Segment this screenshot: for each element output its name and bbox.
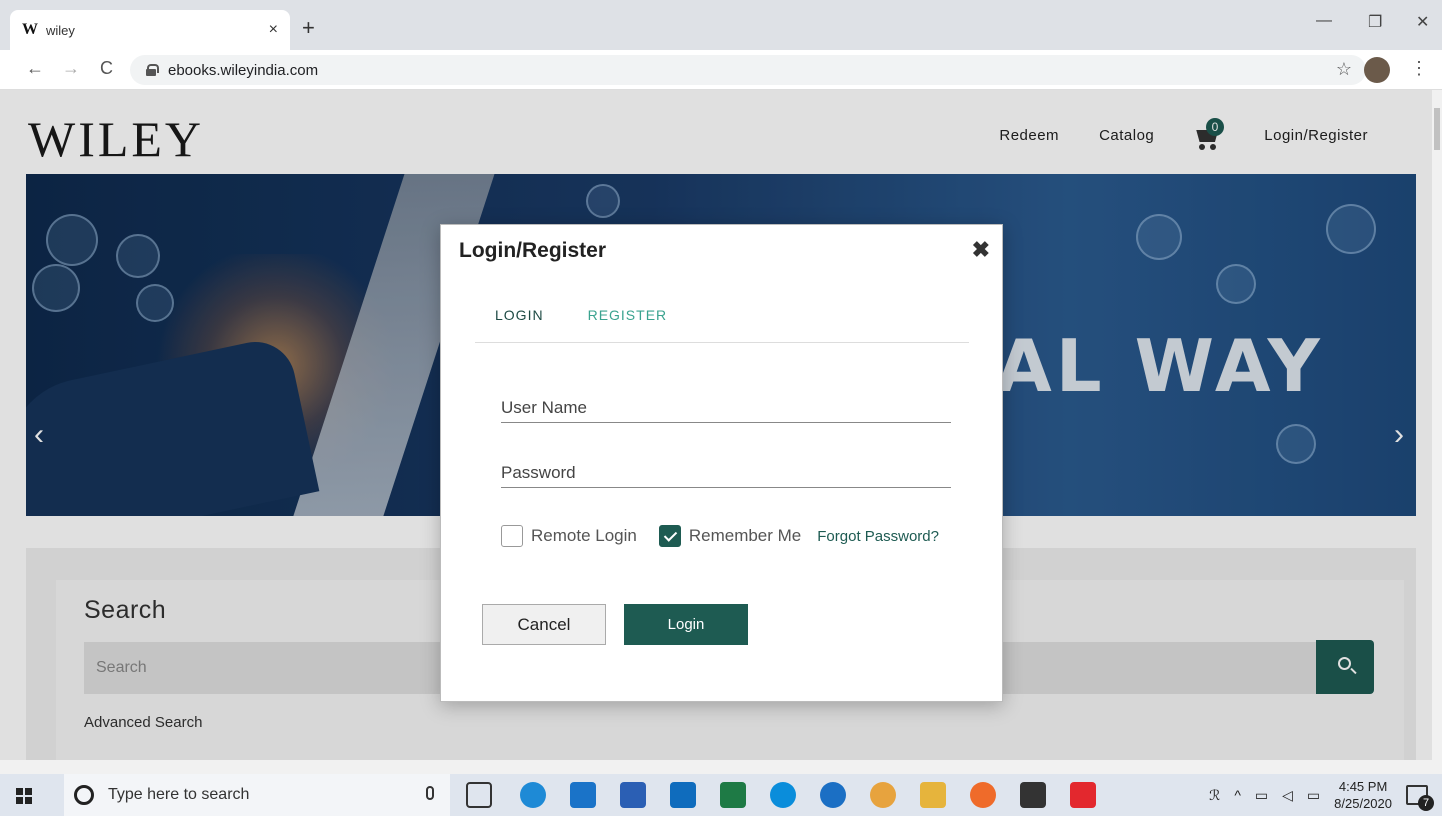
tab-login[interactable]: LOGIN (495, 307, 544, 342)
username-field[interactable]: User Name (501, 393, 951, 423)
cortana-icon (74, 785, 94, 805)
wiley-favicon-icon: W (22, 21, 38, 38)
login-register-modal: Login/Register ✖ LOGIN REGISTER User Nam… (440, 224, 1003, 702)
clock[interactable]: 4:45 PM 8/25/2020 (1334, 778, 1392, 812)
notification-count-badge: 7 (1418, 795, 1434, 811)
chevron-up-icon[interactable]: ^ (1234, 787, 1241, 803)
remote-login-checkbox[interactable] (501, 525, 523, 547)
start-logo-pane (16, 797, 23, 804)
modal-tabs: LOGIN REGISTER (475, 307, 969, 343)
browser-menu-icon[interactable]: ⋮ (1410, 58, 1428, 79)
notification-icon[interactable]: 7 (1406, 785, 1434, 811)
modal-close-icon[interactable]: ✖ (972, 237, 990, 263)
volume-icon[interactable]: ◁ (1282, 787, 1293, 804)
maximize-button[interactable]: ❐ (1368, 12, 1382, 32)
reload-button[interactable]: C (100, 58, 113, 79)
taskbar-search-placeholder: Type here to search (108, 786, 250, 803)
windows-start-icon[interactable] (16, 788, 32, 804)
browser-tab-bar: W wiley × + — ❐ ✕ (0, 0, 1442, 50)
file-explorer-icon[interactable] (920, 782, 946, 808)
start-logo-pane (25, 797, 32, 804)
date: 8/25/2020 (1334, 796, 1392, 811)
tab-close-icon[interactable]: × (269, 21, 278, 39)
firefox-icon[interactable] (970, 782, 996, 808)
new-tab-button[interactable]: + (302, 16, 315, 40)
vertical-scrollbar[interactable] (1432, 90, 1442, 760)
tab-title: wiley (46, 22, 75, 38)
scrollbar-thumb[interactable] (1434, 108, 1440, 150)
word-icon[interactable] (620, 782, 646, 808)
task-view-icon[interactable] (466, 782, 492, 808)
minimize-button[interactable]: — (1316, 12, 1332, 30)
microphone-icon[interactable] (426, 786, 434, 800)
ie-icon[interactable] (820, 782, 846, 808)
system-tray: ℛ ^ ▭ ◁ ▭ 4:45 PM 8/25/2020 7 (1209, 774, 1434, 816)
cancel-button[interactable]: Cancel (482, 604, 606, 645)
battery-icon[interactable]: ▭ (1255, 787, 1268, 804)
browser-tab[interactable]: W wiley × (10, 10, 290, 50)
time: 4:45 PM (1338, 779, 1388, 794)
modal-title: Login/Register (459, 239, 607, 262)
forgot-password-link[interactable]: Forgot Password? (817, 528, 939, 545)
login-options-row: Remote Login Remember Me Forgot Password… (501, 525, 939, 547)
address-bar[interactable]: ebooks.wileyindia.com (130, 55, 1366, 85)
remote-login-label: Remote Login (531, 526, 637, 545)
login-button[interactable]: Login (624, 604, 748, 645)
edge-icon[interactable] (520, 782, 546, 808)
remember-me-label: Remember Me (688, 526, 802, 545)
forward-button[interactable]: → (62, 58, 80, 79)
chrome-icon[interactable] (870, 782, 896, 808)
url-text: ebooks.wileyindia.com (168, 61, 319, 79)
window-close-button[interactable]: ✕ (1416, 12, 1429, 32)
start-logo-pane (16, 788, 23, 795)
mail-icon[interactable] (570, 782, 596, 808)
store-icon[interactable] (1020, 782, 1046, 808)
people-icon[interactable]: ℛ (1209, 787, 1220, 804)
profile-avatar[interactable] (1364, 57, 1390, 83)
password-field[interactable]: Password (501, 458, 951, 488)
back-button[interactable]: ← (26, 58, 44, 79)
skype-icon[interactable] (770, 782, 796, 808)
airtel-icon[interactable] (1070, 782, 1096, 808)
tab-register[interactable]: REGISTER (588, 307, 668, 342)
excel-icon[interactable] (720, 782, 746, 808)
start-logo-pane (25, 788, 32, 795)
windows-taskbar: Type here to search ℛ ^ ▭ ◁ ▭ 4:45 PM 8/… (0, 774, 1442, 816)
remember-me-checkbox[interactable] (658, 525, 681, 547)
outlook-icon[interactable] (670, 782, 696, 808)
lock-icon (146, 64, 159, 76)
bookmark-star-icon[interactable]: ☆ (1336, 59, 1352, 80)
taskbar-search-box[interactable]: Type here to search (64, 774, 450, 816)
horizontal-scrollbar[interactable] (0, 760, 1442, 774)
browser-toolbar: ← → C ebooks.wileyindia.com ☆ ⋮ (0, 50, 1442, 90)
network-icon[interactable]: ▭ (1307, 787, 1320, 804)
